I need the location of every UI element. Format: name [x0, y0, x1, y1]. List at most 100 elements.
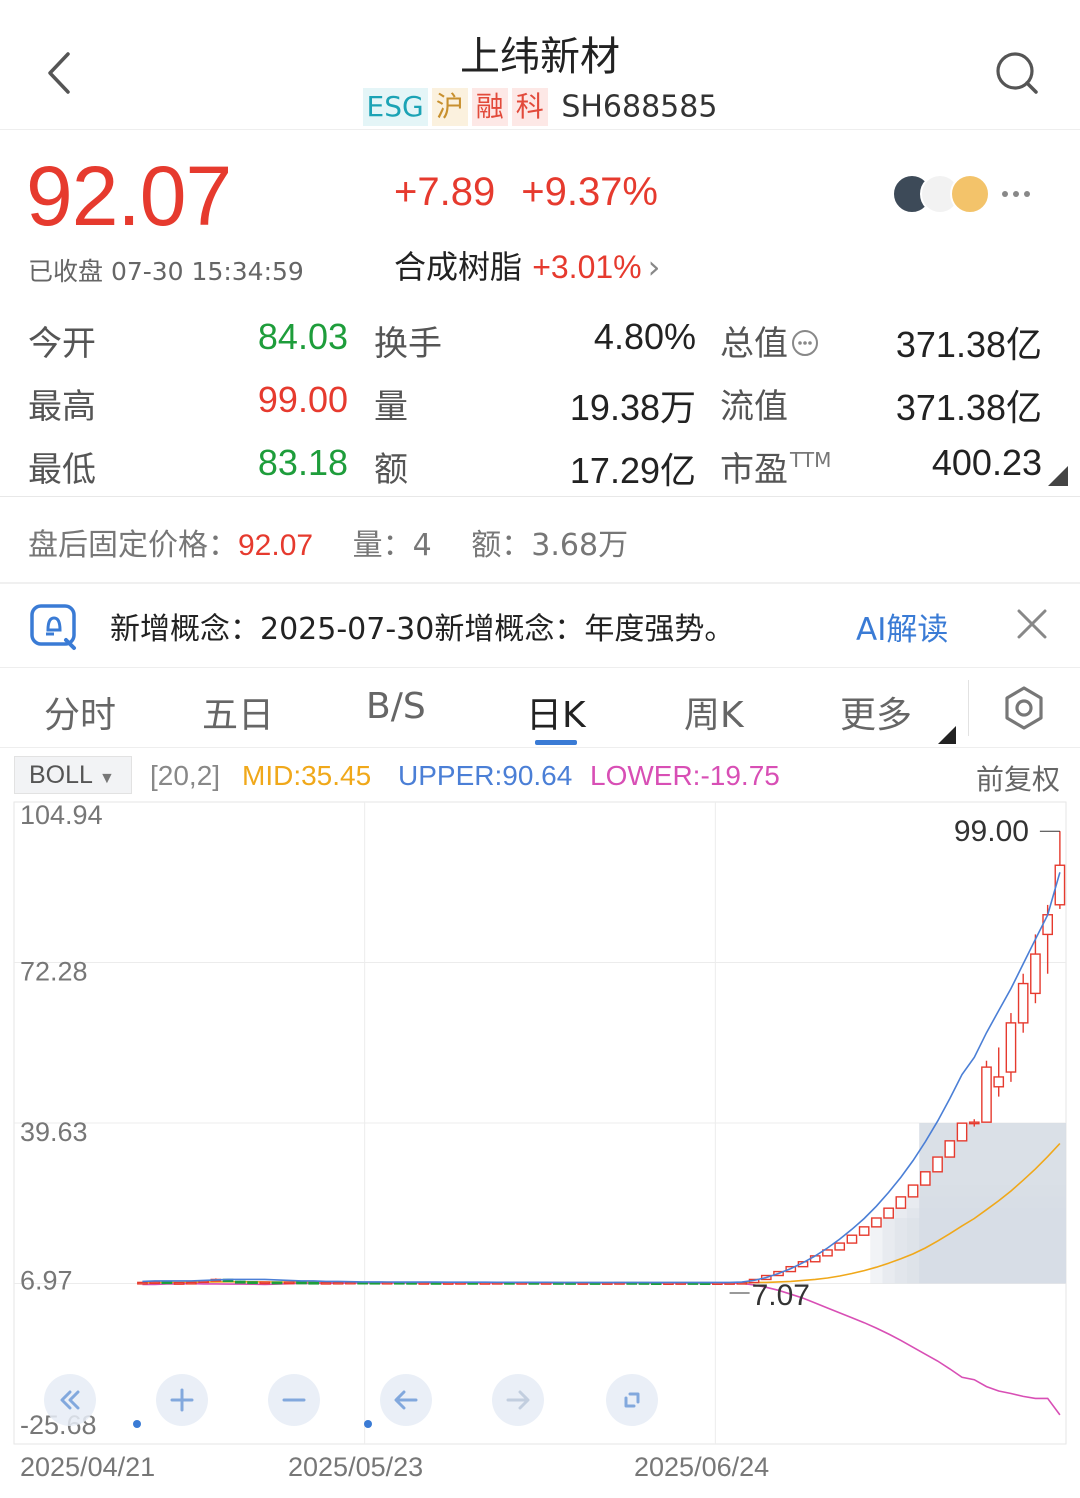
max-price-label: 99.00 [954, 815, 1029, 848]
candle-body [1030, 953, 1041, 995]
divider [0, 496, 1080, 497]
quote-stats: 今开 84.03 换手 4.80% 总值 371.38亿 最高 99.00 量 … [0, 310, 1080, 499]
volume-label: 量 [374, 387, 408, 427]
close-icon [1017, 609, 1047, 639]
volume-value: 19.38万 [569, 387, 696, 428]
after-price-label: 盘后固定价格： [28, 528, 238, 563]
band-step [906, 1185, 1066, 1284]
turnover-value: 4.80% [593, 316, 696, 357]
candle-body [308, 1281, 320, 1285]
after-volume-label: 量： [352, 528, 413, 563]
y-tick-label: 72.28 [20, 957, 88, 987]
expand-corner-icon[interactable] [1046, 466, 1068, 486]
tag-star-market: 科 [511, 88, 548, 126]
candle-body [234, 1280, 246, 1284]
candle-body [907, 1184, 919, 1198]
candle-body [993, 1076, 1005, 1088]
avatar [950, 174, 990, 214]
arrow-left-icon [394, 1390, 418, 1410]
y-tick-label: 39.63 [20, 1117, 88, 1147]
candle-body [834, 1242, 846, 1251]
tab-five-day[interactable]: 五日 [202, 686, 274, 738]
more-info-icon[interactable] [790, 328, 820, 358]
x-tick-label: 2025/05/23 [288, 1452, 423, 1482]
indicator-params: [20,2] [150, 760, 221, 791]
tab-daily-k[interactable]: 日K [526, 686, 586, 738]
kline-chart[interactable]: 104.94 72.28 39.63 6.97 -25.68 2025/04/21 2025… [0, 800, 1080, 1498]
float-value: 371.38亿 [895, 387, 1042, 428]
concept-text: 新增概念：2025-07-30新增概念：年度强势。 [110, 612, 735, 647]
tab-intraday[interactable]: 分时 [44, 686, 116, 738]
stock-tags: ESG 沪融科 SH688585 [0, 88, 1080, 126]
min-price-label: 7.07 [752, 1279, 810, 1312]
reset-icon [624, 1392, 640, 1408]
candle-body [1042, 914, 1053, 936]
dropdown-corner-icon [938, 726, 956, 744]
x-tick-label: 2025/04/21 [20, 1452, 155, 1482]
candle-body [332, 1281, 344, 1285]
zoom-in-button[interactable] [156, 1374, 208, 1426]
candle-body [1017, 982, 1029, 1024]
low-value: 83.18 [257, 442, 348, 483]
scroll-left-button[interactable] [380, 1374, 432, 1426]
tag-margin: 融 [471, 88, 508, 126]
candle-body [247, 1281, 258, 1285]
candle-body [858, 1226, 870, 1236]
tab-more[interactable]: 更多 [840, 686, 912, 738]
pe-value: 400.23 [931, 442, 1042, 483]
boll-mid-value: MID:35.45 [242, 760, 372, 791]
chart-settings-button[interactable] [1000, 684, 1048, 732]
concept-banner[interactable]: 新增概念：2025-07-30新增概念：年度强势。 AI解读 [0, 584, 1080, 668]
tab-bs[interactable]: B/S [366, 686, 426, 727]
mktcap-label[interactable]: 总值 [720, 316, 820, 365]
reset-view-button[interactable] [606, 1374, 658, 1426]
candle-body [283, 1281, 295, 1285]
candle-body [173, 1281, 185, 1285]
tag-esg[interactable]: ESG [362, 88, 428, 126]
scroll-right-button[interactable] [492, 1374, 544, 1426]
chart-tabs: 分时 五日 B/S 日K 周K 更多 [0, 668, 1080, 748]
hexagon-settings-icon [1005, 686, 1043, 730]
zoom-out-button[interactable] [268, 1374, 320, 1426]
nav-header: 上纬新材 ESG 沪融科 SH688585 [0, 0, 1080, 130]
open-value: 84.03 [257, 316, 348, 357]
ellipsis-icon[interactable] [1000, 184, 1032, 204]
sector-percent: +3.01% [532, 249, 642, 285]
indicator-select[interactable]: BOLL ▼ [14, 756, 132, 794]
y-tick-label: 6.97 [20, 1266, 73, 1296]
candle-body [846, 1234, 858, 1244]
candle-body [186, 1281, 197, 1285]
event-marker [364, 1420, 372, 1428]
open-label: 今开 [28, 324, 96, 364]
last-price: 92.07 [26, 149, 232, 243]
pe-label: 市盈 TTM [720, 448, 832, 490]
y-tick-label: 104.94 [20, 800, 103, 830]
scroll-start-button[interactable] [44, 1374, 96, 1426]
chevron-right-icon: › [647, 248, 661, 286]
candle-body [883, 1207, 894, 1219]
candle-body [981, 1066, 992, 1123]
candle-body [956, 1122, 968, 1142]
amount-label: 额 [374, 450, 408, 490]
after-amount-value: 3.68万 [531, 528, 629, 563]
after-hours-row: 盘后固定价格：92.07 量：4 额：3.68万 [28, 520, 628, 564]
follower-avatars[interactable] [892, 172, 1042, 216]
change-percent: +9.37% [521, 170, 658, 214]
candle-body [149, 1281, 161, 1285]
search-button[interactable] [994, 50, 1040, 96]
after-amount-label: 额： [471, 528, 532, 563]
ai-interpret-link[interactable]: AI解读 [856, 604, 948, 649]
sector-link[interactable]: 合成树脂 +3.01% › [394, 242, 660, 288]
boll-lower-value: LOWER:-19.75 [590, 760, 780, 791]
plus-icon [170, 1388, 194, 1412]
candle-body [259, 1281, 271, 1285]
tab-weekly-k[interactable]: 周K [684, 686, 744, 738]
arrow-right-icon [506, 1390, 530, 1410]
change-amount: +7.89 [394, 170, 496, 214]
candle-body [271, 1281, 283, 1285]
adjust-type[interactable]: 前复权 [976, 758, 1060, 798]
high-value: 99.00 [257, 379, 348, 420]
close-button[interactable] [1014, 606, 1050, 642]
candle-body [1005, 1022, 1017, 1073]
candle-body [968, 1121, 980, 1125]
